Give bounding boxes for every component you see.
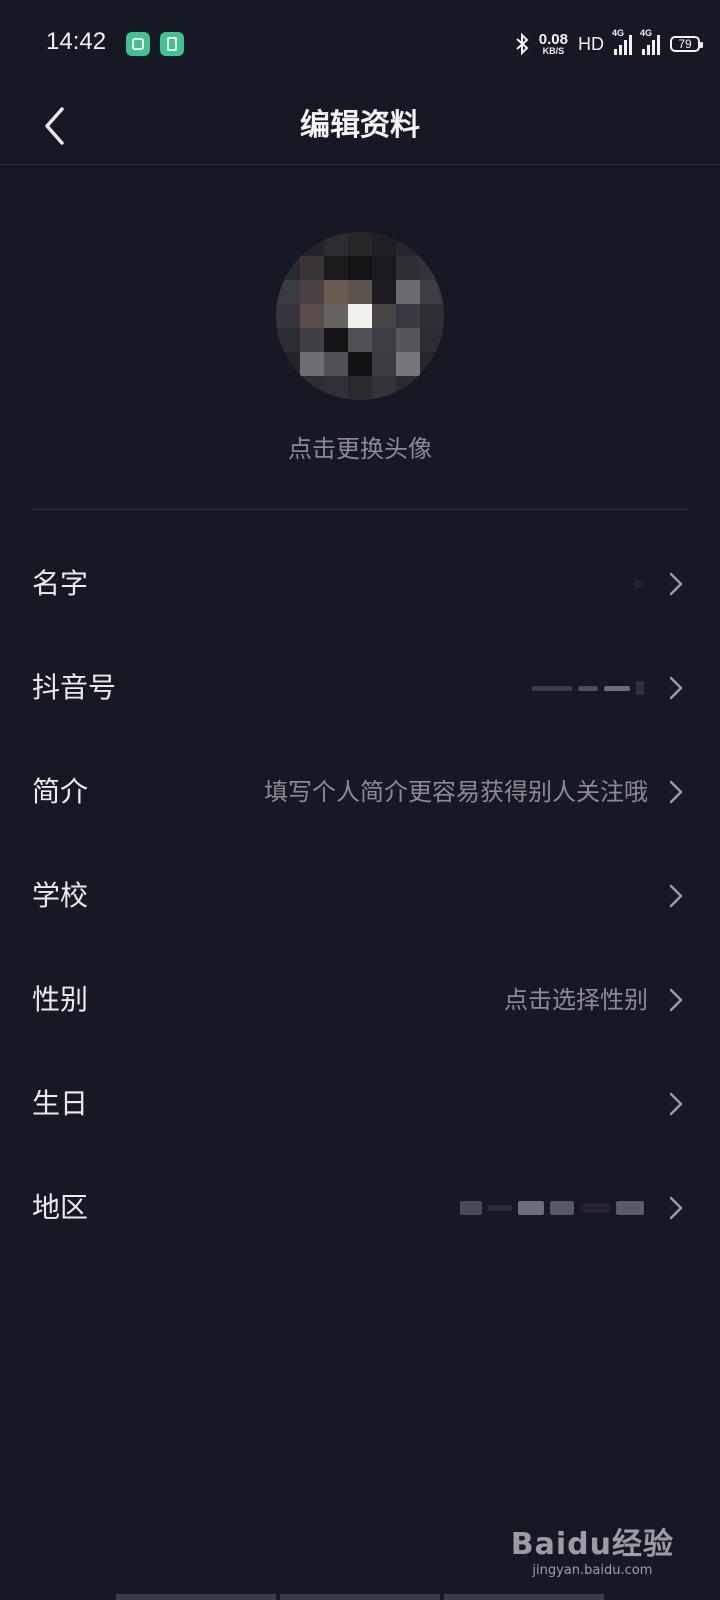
- hd-label: HD: [578, 33, 604, 54]
- field-row-bio[interactable]: 简介 填写个人简介更容易获得别人关注哦: [0, 740, 720, 844]
- status-time: 14:42: [46, 28, 107, 55]
- field-row-name[interactable]: 名字: [0, 532, 720, 636]
- chevron-right-icon: [669, 676, 683, 700]
- field-label: 名字: [32, 567, 89, 600]
- battery-icon: 79: [670, 36, 703, 52]
- profile-field-list: 名字 抖音号 简介 填写个人简介更容易获得别人关注哦 学校 性别 点击选择性别 …: [0, 532, 720, 1260]
- signal-icon: 4G: [640, 28, 660, 55]
- network-speed-value: 0.08: [538, 31, 568, 48]
- field-value: 点击选择性别: [504, 986, 648, 1014]
- network-speed-unit: KB/S: [542, 46, 565, 56]
- field-row-birthday[interactable]: 生日: [0, 1052, 720, 1156]
- redacted-value: [634, 576, 644, 592]
- field-row-region[interactable]: 地区: [0, 1156, 720, 1260]
- redacted-value: [532, 680, 644, 696]
- avatar-section: 点击更换头像: [0, 165, 720, 510]
- sim2-network-type: 4G: [640, 28, 653, 38]
- chevron-right-icon: [669, 988, 683, 1012]
- field-label: 简介: [32, 775, 89, 808]
- watermark-url: jingyan.baidu.com: [532, 1563, 653, 1578]
- avatar[interactable]: [276, 232, 444, 400]
- signal-icon: 4G: [612, 28, 632, 55]
- avatar-image: [276, 232, 444, 400]
- field-row-school[interactable]: 学校: [0, 844, 720, 948]
- status-indicators: 0.08 KB/S HD 4G 4G 79: [515, 28, 703, 60]
- chevron-right-icon: [669, 1092, 683, 1116]
- home-indicator: [116, 1594, 604, 1600]
- chevron-right-icon: [669, 884, 683, 908]
- app-notification-icon: [126, 32, 150, 56]
- watermark-brand: Baidu经验: [510, 1527, 674, 1562]
- baidu-watermark: Baidu经验 jingyan.baidu.com: [511, 1519, 674, 1578]
- field-label: 性别: [32, 983, 89, 1016]
- field-label: 地区: [32, 1191, 89, 1224]
- field-label: 抖音号: [32, 671, 117, 704]
- sim1-network-type: 4G: [612, 28, 625, 38]
- network-speed: 0.08 KB/S: [539, 32, 568, 56]
- divider: [32, 509, 688, 510]
- page-title: 编辑资料: [300, 108, 420, 143]
- chevron-right-icon: [669, 572, 683, 596]
- redacted-value: [460, 1200, 644, 1216]
- navigation-bar: 编辑资料: [0, 88, 720, 165]
- field-row-gender[interactable]: 性别 点击选择性别: [0, 948, 720, 1052]
- chevron-right-icon: [669, 1196, 683, 1220]
- status-bar: 14:42 0.08 KB/S HD 4G 4G 79: [0, 0, 720, 88]
- battery-level: 79: [678, 37, 692, 51]
- edit-profile-screen: 14:42 0.08 KB/S HD 4G 4G 79 编辑资料 点击更换头像 …: [0, 0, 720, 1600]
- app-notification-icon: [160, 32, 184, 56]
- field-value: 填写个人简介更容易获得别人关注哦: [264, 778, 648, 806]
- change-avatar-link[interactable]: 点击更换头像: [0, 429, 720, 464]
- field-label: 生日: [32, 1087, 89, 1120]
- chevron-right-icon: [669, 780, 683, 804]
- bluetooth-icon: [515, 33, 529, 55]
- field-row-douyin-id[interactable]: 抖音号: [0, 636, 720, 740]
- field-label: 学校: [32, 879, 89, 912]
